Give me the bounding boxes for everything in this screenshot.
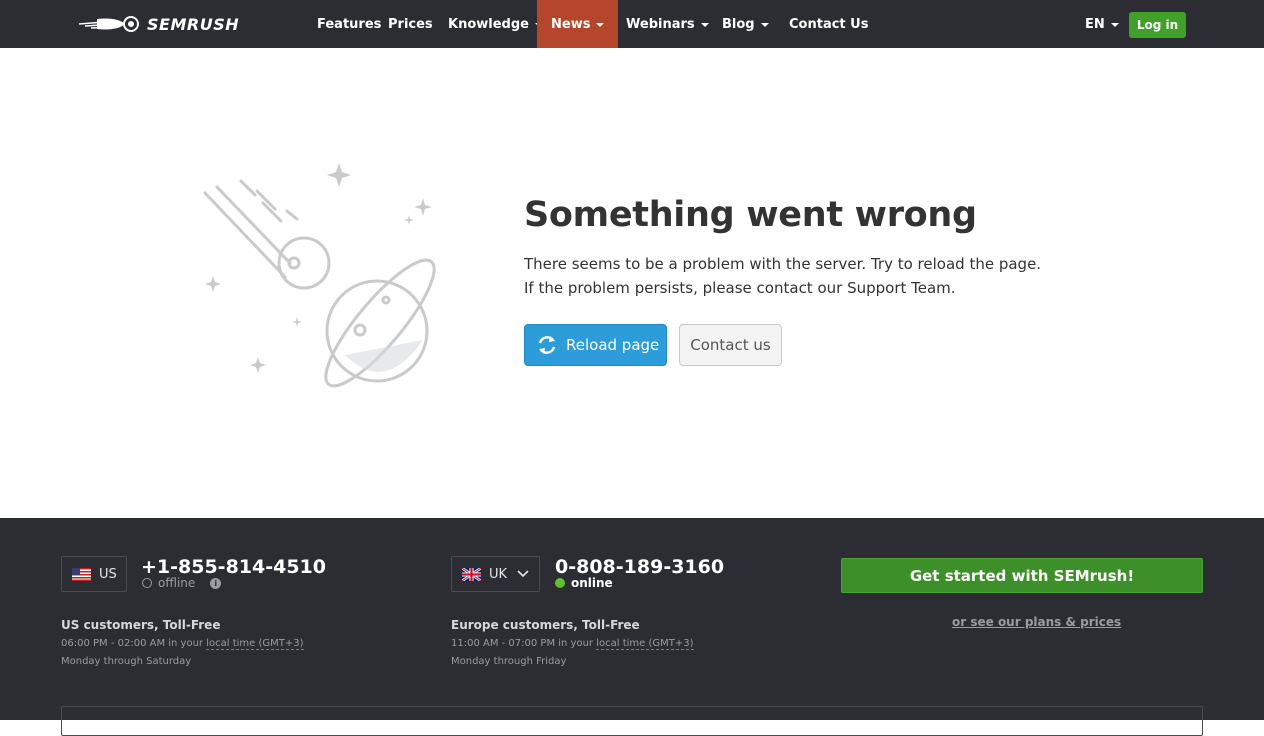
us-heading: US customers, Toll-Free: [61, 618, 221, 632]
uk-flag-icon: [462, 567, 481, 581]
refresh-icon: [538, 336, 556, 354]
us-flag-icon: [72, 567, 91, 581]
caret-down-icon: [596, 23, 605, 27]
us-country-label: US: [99, 566, 117, 582]
uk-days: Monday through Friday: [451, 656, 567, 667]
us-hours: 06:00 PM - 02:00 AM in your local time (…: [61, 638, 304, 650]
us-local-time-link[interactable]: local time (GMT+3): [206, 638, 304, 650]
get-started-button[interactable]: Get started with SEMrush!: [841, 558, 1203, 593]
nav-blog[interactable]: Blog: [722, 0, 769, 48]
nav-features-label: Features: [317, 16, 382, 32]
uk-country-selector[interactable]: UK: [451, 556, 540, 592]
nav-news-label: News: [551, 16, 591, 32]
uk-hours: 11:00 AM - 07:00 PM in your local time (…: [451, 638, 694, 650]
top-navbar: SEMRUSH Features Prices Knowledge News W…: [0, 0, 1264, 48]
nav-knowledge[interactable]: Knowledge: [448, 0, 543, 48]
us-days: Monday through Saturday: [61, 656, 192, 667]
caret-down-icon: [1110, 23, 1119, 27]
uk-phone-number[interactable]: 0-808-189-3160: [555, 556, 724, 578]
nav-contact-label: Contact Us: [789, 16, 869, 32]
error-message-line1: There seems to be a problem with the ser…: [524, 255, 1042, 273]
us-phone-number[interactable]: +1-855-814-4510: [141, 556, 326, 578]
nav-news[interactable]: News: [537, 0, 619, 48]
nav-prices-label: Prices: [388, 16, 433, 32]
nav-features[interactable]: Features: [317, 0, 381, 48]
offline-status-icon: [142, 578, 152, 588]
uk-hours-prefix: 11:00 AM - 07:00 PM in your: [451, 638, 597, 649]
online-status-icon: [555, 578, 565, 588]
caret-down-icon: [700, 23, 709, 27]
reload-label: Reload page: [566, 336, 660, 354]
contact-us-button[interactable]: Contact us: [679, 324, 782, 366]
info-icon[interactable]: i: [210, 577, 222, 589]
nav-knowledge-label: Knowledge: [448, 16, 529, 32]
us-status-label: offline: [158, 576, 196, 590]
error-message-line2: If the problem persists, please contact …: [524, 279, 956, 297]
login-button[interactable]: Log in: [1129, 12, 1186, 38]
meteor-planet-illustration: [203, 163, 436, 388]
support-footer: US +1-855-814-4510 offline i US customer…: [0, 518, 1264, 736]
uk-status-label: online: [571, 576, 613, 590]
language-selector[interactable]: EN: [1085, 0, 1119, 48]
us-country-selector[interactable]: US: [61, 556, 127, 592]
semrush-logo[interactable]: SEMRUSH: [77, 14, 239, 34]
error-title: Something went wrong: [524, 195, 977, 235]
nav-webinars-label: Webinars: [626, 16, 695, 32]
caret-down-icon: [760, 23, 769, 27]
reload-page-button[interactable]: Reload page: [524, 324, 667, 366]
nav-blog-label: Blog: [722, 16, 755, 32]
chevron-down-icon: [517, 570, 529, 578]
nav-webinars[interactable]: Webinars: [626, 0, 709, 48]
uk-local-time-link[interactable]: local time (GMT+3): [596, 638, 694, 650]
uk-status: online: [555, 576, 613, 590]
us-hours-prefix: 06:00 PM - 02:00 AM in your: [61, 638, 207, 649]
nav-contact-us[interactable]: Contact Us: [789, 0, 868, 48]
us-status: offline i: [142, 576, 222, 590]
uk-country-label: UK: [489, 566, 508, 582]
uk-heading: Europe customers, Toll-Free: [451, 618, 640, 632]
language-label: EN: [1085, 16, 1105, 32]
semrush-logo-icon: [78, 16, 139, 32]
nav-prices[interactable]: Prices: [388, 0, 433, 48]
logo-text: SEMRUSH: [147, 14, 240, 34]
plans-prices-link[interactable]: or see our plans & prices: [952, 615, 1121, 629]
footer-bottom-panel: [61, 706, 1203, 736]
